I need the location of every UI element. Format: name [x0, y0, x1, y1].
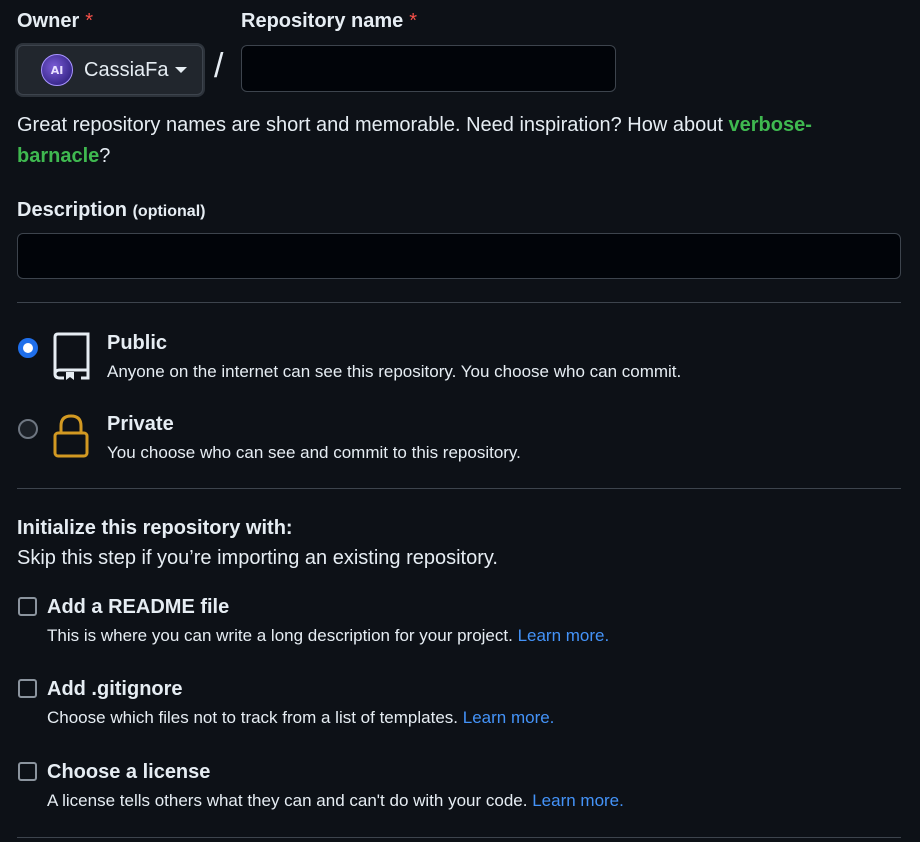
license-title: Choose a license — [47, 761, 211, 783]
gitignore-description-text: Choose which files not to track from a l… — [47, 708, 459, 727]
repository-name-hint: Great repository names are short and mem… — [17, 110, 877, 172]
owner-dropdown-button[interactable]: AI CassiaFa — [17, 45, 203, 95]
gitignore-checkbox[interactable] — [18, 679, 37, 698]
description-optional-tag: (optional) — [132, 203, 206, 220]
license-description: A license tells others what they can and… — [47, 791, 624, 811]
license-description-text: A license tells others what they can and… — [47, 791, 528, 810]
readme-title: Add a README file — [47, 596, 230, 618]
divider — [17, 837, 901, 838]
gitignore-title: Add .gitignore — [47, 678, 183, 700]
create-repository-form: Owner * AI CassiaFa / Repository name * Gr… — [0, 0, 920, 842]
hint-text: Great repository names are short and mem… — [17, 114, 729, 136]
repository-name-required-mark: * — [409, 10, 418, 32]
caret-down-icon — [175, 67, 188, 73]
gitignore-learn-more-link[interactable]: Learn more. — [463, 708, 555, 727]
readme-description: This is where you can write a long descr… — [47, 626, 609, 646]
initialize-title: Initialize this repository with: — [17, 517, 293, 539]
readme-learn-more-link[interactable]: Learn more. — [518, 626, 610, 645]
divider — [17, 302, 901, 303]
avatar-text: AI — [50, 63, 64, 77]
divider — [17, 488, 901, 489]
repo-icon — [53, 332, 90, 380]
owner-name: CassiaFa — [84, 58, 169, 81]
avatar: AI — [41, 54, 73, 86]
description-label-text: Description — [17, 199, 128, 221]
owner-repo-separator: / — [214, 47, 224, 85]
visibility-public-description: Anyone on the internet can see this repo… — [107, 362, 682, 381]
visibility-private-title: Private — [107, 413, 174, 435]
repository-name-label: Repository name * — [241, 10, 417, 33]
visibility-private-description: You choose who can see and commit to thi… — [107, 443, 521, 462]
readme-checkbox[interactable] — [18, 597, 37, 616]
repository-name-input[interactable] — [241, 45, 616, 92]
license-learn-more-link[interactable]: Learn more. — [532, 791, 624, 810]
visibility-private-radio[interactable] — [18, 419, 38, 439]
license-checkbox[interactable] — [18, 762, 37, 781]
description-input[interactable] — [17, 233, 901, 279]
description-label: Description (optional) — [17, 199, 205, 222]
hint-suffix: ? — [99, 145, 111, 167]
readme-description-text: This is where you can write a long descr… — [47, 626, 513, 645]
owner-label-text: Owner — [17, 10, 80, 32]
gitignore-description: Choose which files not to track from a l… — [47, 708, 554, 728]
initialize-subtitle: Skip this step if you’re importing an ex… — [17, 547, 498, 569]
repository-name-label-text: Repository name — [241, 10, 404, 32]
owner-required-mark: * — [85, 10, 94, 32]
owner-label: Owner * — [17, 10, 93, 33]
lock-icon — [53, 414, 89, 458]
visibility-public-title: Public — [107, 332, 168, 354]
visibility-public-radio[interactable] — [18, 338, 38, 358]
